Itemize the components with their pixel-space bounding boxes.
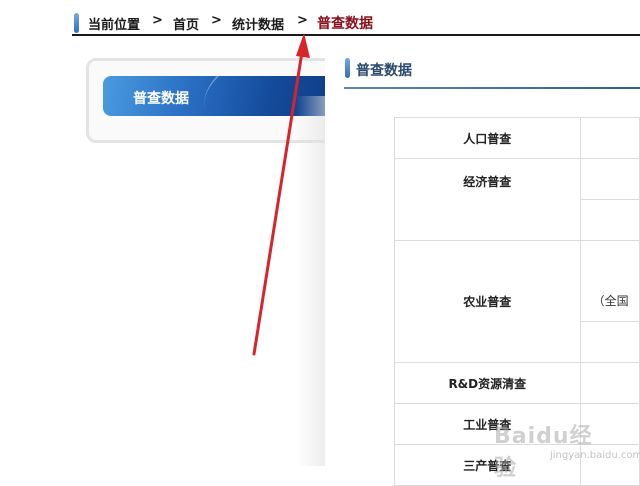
red-arrow-annotation-icon bbox=[252, 33, 310, 356]
arrow-head bbox=[296, 33, 310, 58]
arrow-shaft bbox=[252, 50, 304, 356]
